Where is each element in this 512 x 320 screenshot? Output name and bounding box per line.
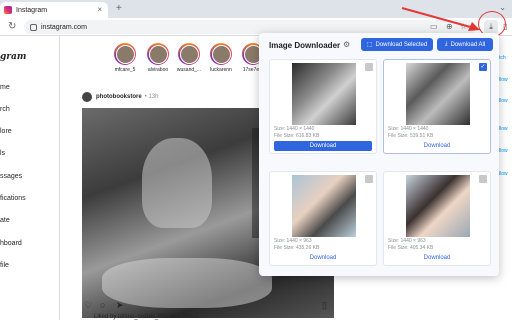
instagram-logo[interactable]: gram bbox=[0, 52, 26, 62]
download-selected-button[interactable]: ⬚ Download Selected bbox=[361, 38, 433, 51]
follow-link[interactable]: llow bbox=[499, 98, 508, 104]
follow-link[interactable]: llow bbox=[499, 126, 508, 132]
download-button[interactable]: Download bbox=[388, 141, 486, 151]
select-checkbox[interactable] bbox=[365, 175, 373, 183]
image-card[interactable]: ✓ Size: 1440 × 1440 File Size: 539.51 KB… bbox=[383, 59, 491, 154]
see-all-link[interactable]: tch bbox=[499, 55, 506, 61]
select-checkbox[interactable]: ✓ bbox=[479, 63, 487, 71]
gear-icon[interactable]: ⚙ bbox=[343, 40, 350, 49]
close-tab-icon[interactable]: × bbox=[97, 5, 102, 14]
story-username: luckarenn bbox=[210, 67, 232, 73]
download-all-button[interactable]: ⤓ Download All bbox=[437, 38, 493, 51]
annotation-arrow bbox=[401, 7, 480, 31]
story-username: wusand_... bbox=[176, 67, 202, 73]
story-username: alviraboo bbox=[147, 67, 169, 73]
download-button[interactable]: Download bbox=[274, 253, 372, 263]
image-card[interactable]: Size: 1440 × 1440 File Size: 616.83 KB D… bbox=[269, 59, 377, 154]
liked-by-text[interactable]: Liked by tatsuo_suzuki_001 and others bbox=[94, 314, 198, 320]
image-dimensions: Size: 1440 × 1440 bbox=[274, 126, 315, 132]
story-item[interactable]: mfcare_5 bbox=[110, 43, 140, 73]
select-checkbox[interactable] bbox=[365, 63, 373, 71]
download-selected-label: Download Selected bbox=[375, 41, 428, 48]
nav-item-profile[interactable]: file bbox=[0, 262, 9, 269]
image-file-size: File Size: 435.26 KB bbox=[274, 245, 320, 251]
image-thumbnail[interactable] bbox=[292, 63, 356, 125]
story-username: mfcare_5 bbox=[114, 67, 136, 73]
chevron-down-icon[interactable]: ⌄ bbox=[499, 3, 506, 12]
image-dimensions: Size: 1440 × 1440 bbox=[388, 126, 429, 132]
nav-item-explore[interactable]: lore bbox=[0, 128, 12, 135]
image-file-size: File Size: 616.83 KB bbox=[274, 133, 320, 139]
select-checkbox[interactable] bbox=[479, 175, 487, 183]
story-item[interactable]: wusand_... bbox=[174, 43, 204, 73]
image-dimensions: Size: 1440 × 963 bbox=[388, 238, 426, 244]
instagram-icon bbox=[4, 6, 12, 14]
url-text: instagram.com bbox=[41, 23, 87, 31]
follow-link[interactable]: llow bbox=[499, 148, 508, 154]
image-card[interactable]: Size: 1440 × 963 File Size: 435.26 KB Do… bbox=[269, 171, 377, 266]
story-item[interactable]: alviraboo bbox=[143, 43, 173, 73]
popup-title: Image Downloader bbox=[269, 41, 341, 50]
nav-item-reels[interactable]: ls bbox=[0, 150, 5, 157]
download-icon: ⬚ bbox=[366, 42, 373, 48]
nav-item-dashboard[interactable]: hboard bbox=[0, 240, 22, 247]
follow-link[interactable]: llow bbox=[499, 77, 508, 83]
download-button[interactable]: Download bbox=[274, 141, 372, 151]
download-all-label: Download All bbox=[450, 41, 486, 48]
image-thumbnail[interactable] bbox=[406, 175, 470, 237]
browser-tab[interactable]: Instagram × bbox=[0, 2, 108, 18]
instagram-sidebar: gram me rch lore ls ssages fications ate… bbox=[0, 36, 60, 320]
comment-icon[interactable]: ○ bbox=[100, 300, 105, 310]
post-actions: ♡ ○ ➤ ▯ bbox=[82, 300, 334, 312]
nav-item-notifications[interactable]: fications bbox=[0, 195, 26, 202]
post-username[interactable]: photobookstore bbox=[96, 94, 142, 100]
nav-item-home[interactable]: me bbox=[0, 84, 10, 91]
image-thumbnail[interactable] bbox=[406, 63, 470, 125]
nav-item-messages[interactable]: ssages bbox=[0, 173, 22, 180]
tab-title: Instagram bbox=[16, 6, 48, 14]
image-thumbnail[interactable] bbox=[292, 175, 356, 237]
save-bookmark-icon[interactable]: ▯ bbox=[322, 300, 327, 311]
download-button[interactable]: Download bbox=[388, 253, 486, 263]
nav-item-create[interactable]: ate bbox=[0, 217, 10, 224]
image-downloader-popup: Image Downloader ⚙ ⬚ Download Selected ⤓… bbox=[259, 33, 499, 276]
site-info-icon[interactable] bbox=[30, 23, 37, 31]
new-tab-button[interactable]: + bbox=[116, 3, 122, 14]
story-avatar bbox=[115, 44, 135, 64]
image-card[interactable]: Size: 1440 × 963 File Size: 405.34 KB Do… bbox=[383, 171, 491, 266]
story-avatar bbox=[211, 44, 231, 64]
story-avatar bbox=[148, 44, 168, 64]
story-avatar bbox=[179, 44, 199, 64]
image-dimensions: Size: 1440 × 963 bbox=[274, 238, 312, 244]
avatar[interactable] bbox=[82, 92, 92, 102]
download-icon: ⤓ bbox=[444, 41, 448, 47]
like-heart-icon[interactable]: ♡ bbox=[84, 300, 92, 311]
image-file-size: File Size: 539.51 KB bbox=[388, 133, 434, 139]
reload-button[interactable]: ↻ bbox=[8, 21, 16, 32]
post-timestamp: • 13h bbox=[144, 94, 159, 100]
share-icon[interactable]: ➤ bbox=[116, 300, 124, 311]
nav-item-search[interactable]: rch bbox=[0, 106, 10, 113]
post-header: photobookstore • 13h bbox=[82, 92, 158, 102]
image-file-size: File Size: 405.34 KB bbox=[388, 245, 434, 251]
follow-link[interactable]: llow bbox=[499, 171, 508, 177]
story-item[interactable]: luckarenn bbox=[206, 43, 236, 73]
